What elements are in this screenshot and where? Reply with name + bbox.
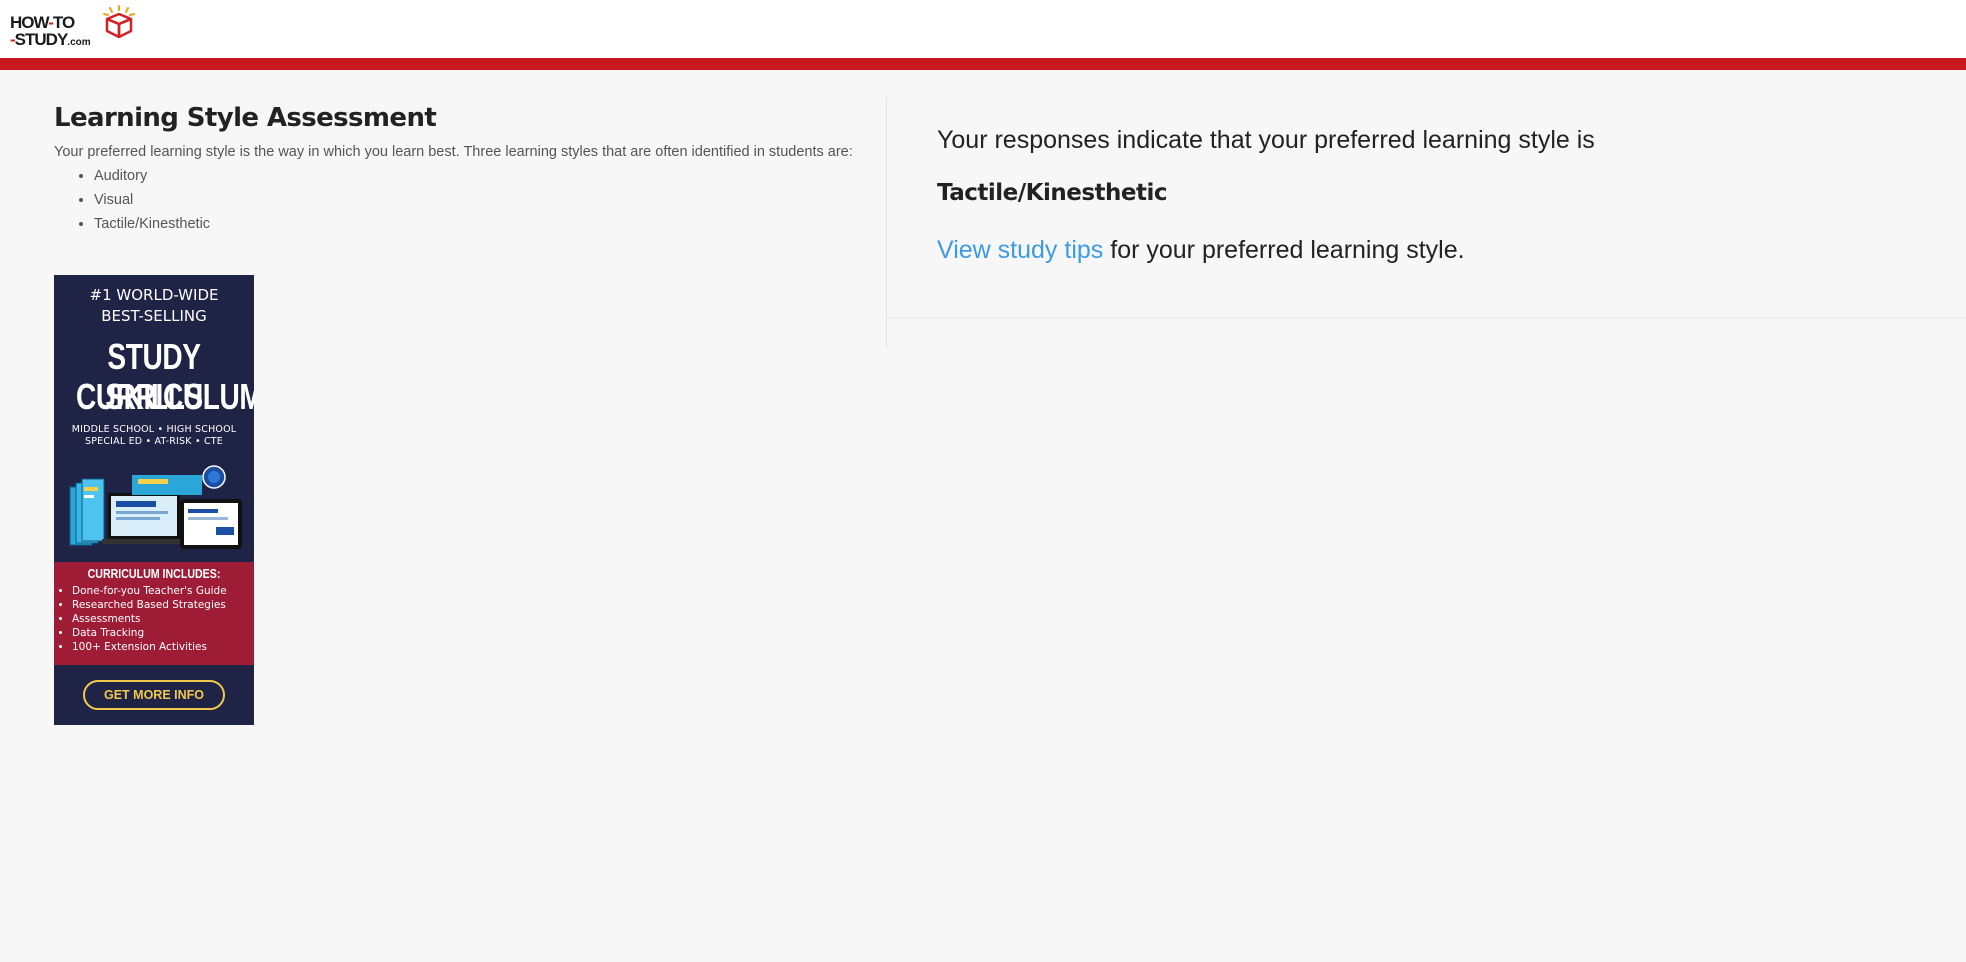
- list-item: Visual: [94, 188, 854, 212]
- cube-icon: [103, 5, 135, 38]
- logo-text-line1: HOW-TO: [10, 13, 75, 32]
- result-divider: [886, 317, 1966, 318]
- site-logo[interactable]: HOW-TO -STUDY.com: [10, 4, 136, 52]
- ad-includes-title: CURRICULUM INCLUDES:: [87, 567, 221, 581]
- ad-includes-band: CURRICULUM INCLUDES: Done-for-you Teache…: [54, 562, 254, 665]
- ad-includes-list: Done-for-you Teacher's Guide Researched …: [54, 584, 254, 654]
- page-title: Learning Style Assessment: [54, 103, 437, 133]
- learning-styles-list: Auditory Visual Tactile/Kinesthetic: [54, 164, 854, 236]
- ad-audience-2: SPECIAL ED • AT-RISK • CTE: [84, 436, 224, 447]
- study-tips-suffix: for your preferred learning style.: [1103, 236, 1465, 264]
- column-divider: [886, 97, 887, 349]
- ad-audience-1: MIDDLE SCHOOL • HIGH SCHOOL: [71, 424, 237, 435]
- study-tips-line: View study tips for your preferred learn…: [937, 233, 1917, 267]
- list-item: Auditory: [94, 164, 854, 188]
- ad-headline-2: CURRICULUM: [76, 376, 254, 417]
- list-item: 100+ Extension Activities: [72, 640, 254, 654]
- site-header: HOW-TO -STUDY.com: [0, 0, 1966, 58]
- get-more-info-button[interactable]: GET MORE INFO: [83, 680, 225, 710]
- assessment-intro: Learning Style Assessment Your preferred…: [54, 100, 854, 236]
- ad-tagline-1: #1 WORLD-WIDE: [89, 286, 219, 304]
- curriculum-ad-banner[interactable]: #1 WORLD-WIDE BEST-SELLING STUDY SKILLS …: [54, 275, 254, 725]
- view-study-tips-link[interactable]: View study tips: [937, 236, 1103, 264]
- list-item: Tactile/Kinesthetic: [94, 212, 854, 236]
- logo-text-line2: -STUDY.com: [10, 30, 91, 49]
- list-item: Researched Based Strategies: [72, 598, 254, 612]
- ad-tagline-2: BEST-SELLING: [101, 307, 207, 325]
- list-item: Data Tracking: [72, 626, 254, 640]
- list-item: Assessments: [72, 612, 254, 626]
- result-learning-style: Tactile/Kinesthetic: [937, 180, 1168, 206]
- assessment-result: Your responses indicate that your prefer…: [937, 123, 1917, 267]
- header-red-bar: [0, 58, 1966, 70]
- intro-text: Your preferred learning style is the way…: [54, 144, 853, 160]
- curriculum-products-image: [69, 465, 242, 549]
- list-item: Done-for-you Teacher's Guide: [72, 584, 254, 598]
- result-intro-text: Your responses indicate that your prefer…: [937, 126, 1595, 154]
